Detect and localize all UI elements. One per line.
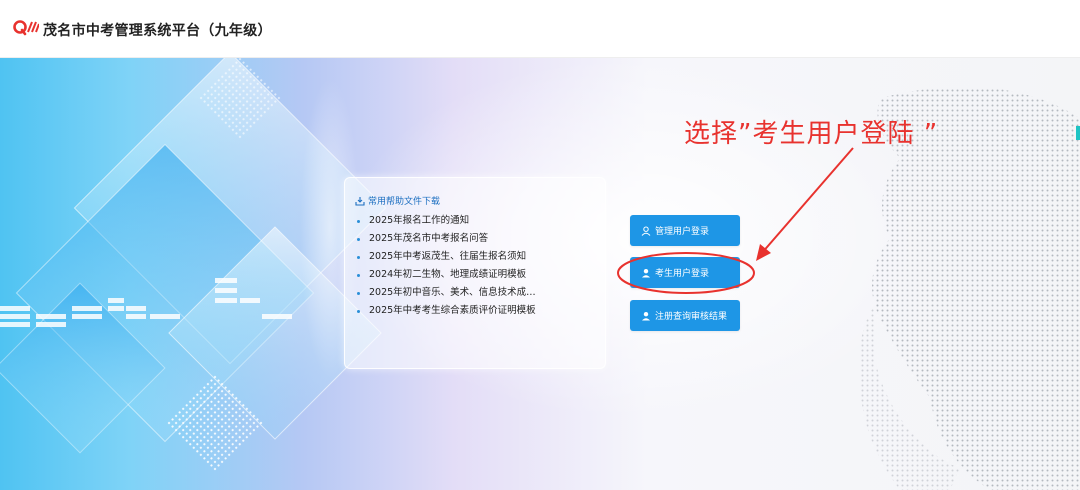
hero-banner: 选择”考生用户登陆 ” 常用帮助文件下载 2025年报名工作的通知 2025年茂… (0, 58, 1080, 490)
bullet-icon (357, 273, 360, 277)
download-icon (355, 196, 365, 206)
help-files-panel: 常用帮助文件下载 2025年报名工作的通知 2025年茂名市中考报名问答 202… (344, 177, 606, 369)
bullet-icon (357, 255, 360, 259)
bullet-icon (357, 237, 360, 241)
help-file-link[interactable]: 2025年中考返茂生、往届生报名须知 (357, 248, 536, 266)
help-file-link[interactable]: 2025年报名工作的通知 (357, 212, 536, 230)
instruction-annotation: 选择”考生用户登陆 ” (684, 119, 939, 149)
register-query-label: 注册查询审核结果 (655, 312, 728, 322)
top-header: 茂名市中考管理系统平台（九年级） (0, 0, 1080, 58)
admin-login-button[interactable]: 管理用户登录 (630, 215, 740, 246)
register-query-button[interactable]: 注册查询审核结果 (630, 300, 740, 331)
register-user-icon (642, 311, 650, 320)
help-file-link[interactable]: 2024年初二生物、地理成绩证明模板 (357, 266, 536, 284)
admin-login-label: 管理用户登录 (655, 227, 710, 237)
help-file-link[interactable]: 2025年茂名市中考报名问答 (357, 230, 536, 248)
bullet-icon (357, 219, 360, 223)
page-title: 茂名市中考管理系统平台（九年级） (43, 23, 272, 39)
bullet-icon (357, 309, 360, 313)
help-files-header[interactable]: 常用帮助文件下载 (355, 194, 440, 207)
student-login-button[interactable]: 考生用户登录 (630, 257, 740, 288)
help-files-list: 2025年报名工作的通知 2025年茂名市中考报名问答 2025年中考返茂生、往… (357, 212, 536, 320)
admin-user-icon (641, 226, 651, 236)
help-file-link[interactable]: 2025年中考考生综合素质评价证明模板 (357, 302, 536, 320)
help-file-link[interactable]: 2025年初中音乐、美术、信息技术成… (357, 284, 536, 302)
bullet-icon (357, 291, 360, 295)
student-user-icon (642, 268, 650, 277)
brand-logo-icon (13, 20, 39, 36)
help-files-title: 常用帮助文件下载 (368, 197, 441, 207)
student-login-label: 考生用户登录 (655, 269, 710, 279)
